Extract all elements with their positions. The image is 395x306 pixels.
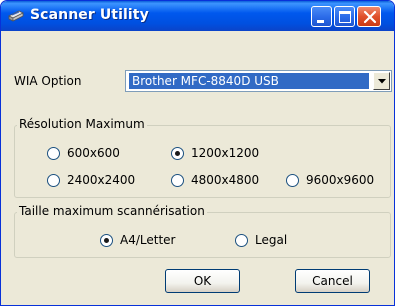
radio-a4-letter[interactable] <box>100 234 113 247</box>
maximize-icon <box>339 11 351 23</box>
title-bar[interactable]: Scanner Utility <box>1 1 394 31</box>
radio-legal-label: Legal <box>255 233 288 247</box>
ok-button[interactable]: OK <box>165 269 240 293</box>
radio-1200x1200-label: 1200x1200 <box>191 146 260 160</box>
radio-selected-dot <box>175 151 180 156</box>
radio-4800x4800[interactable] <box>171 174 184 187</box>
radio-selected-dot <box>104 238 109 243</box>
minimize-icon <box>317 20 324 23</box>
radio-4800x4800-label: 4800x4800 <box>191 173 260 187</box>
wia-option-dropdown[interactable]: Brother MFC-8840D USB <box>125 70 392 92</box>
radio-9600x9600[interactable] <box>286 174 299 187</box>
radio-2400x2400-label: 2400x2400 <box>67 173 136 187</box>
scan-size-groupbox <box>14 212 391 258</box>
close-button[interactable] <box>357 6 381 27</box>
resolution-groupbox <box>14 125 391 198</box>
chevron-down-icon <box>378 79 386 84</box>
scanner-icon <box>7 7 25 25</box>
radio-9600x9600-label: 9600x9600 <box>306 173 375 187</box>
radio-legal[interactable] <box>235 234 248 247</box>
resolution-group-title: Résolution Maximum <box>17 117 147 131</box>
dropdown-arrow-button[interactable] <box>373 72 390 90</box>
radio-1200x1200[interactable] <box>171 147 184 160</box>
scanner-utility-dialog: Scanner Utility WIA Option Brother MFC-8… <box>0 0 395 306</box>
wia-option-selected: Brother MFC-8840D USB <box>129 73 369 89</box>
radio-a4-letter-label: A4/Letter <box>120 233 176 247</box>
close-icon <box>363 10 377 24</box>
maximize-button[interactable] <box>334 6 355 27</box>
radio-2400x2400[interactable] <box>47 174 60 187</box>
scan-size-group-title: Taille maximum scannérisation <box>17 204 207 218</box>
window-title: Scanner Utility <box>30 7 149 23</box>
radio-600x600[interactable] <box>47 147 60 160</box>
radio-600x600-label: 600x600 <box>67 146 120 160</box>
wia-option-label: WIA Option <box>14 74 82 88</box>
cancel-button[interactable]: Cancel <box>295 269 370 293</box>
minimize-button[interactable] <box>311 6 332 27</box>
